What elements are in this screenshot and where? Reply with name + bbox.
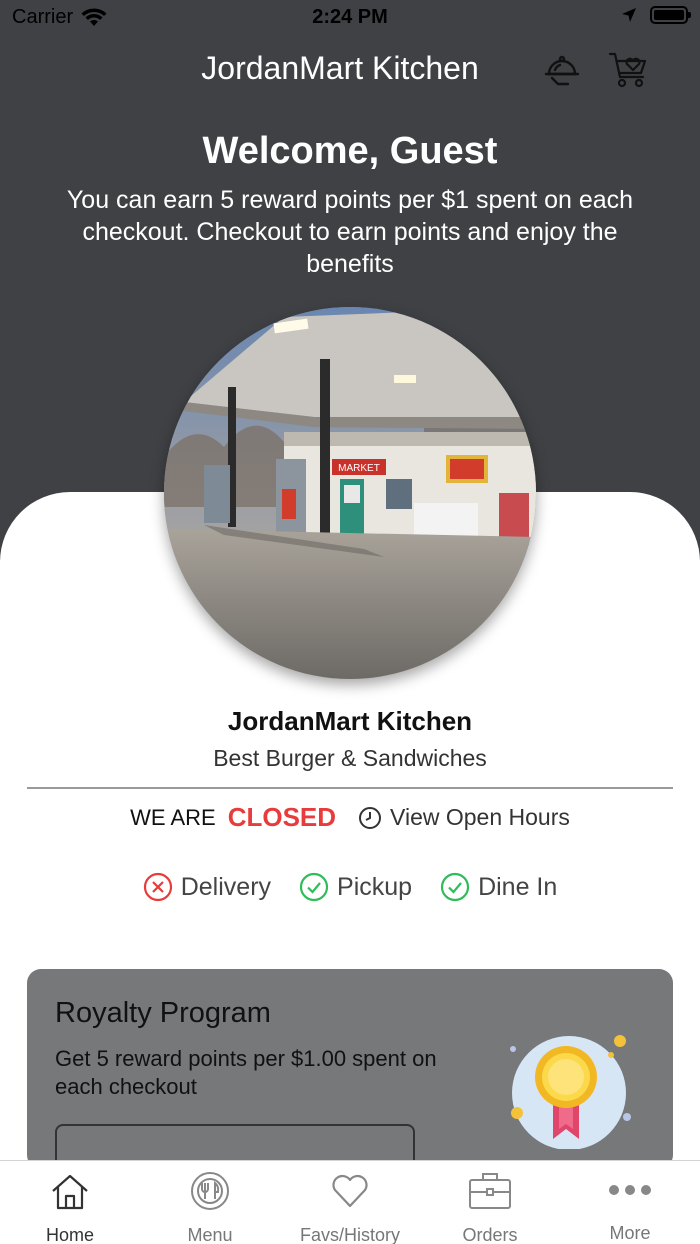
view-open-hours-label: View Open Hours [390,804,570,830]
welcome-text: You can earn 5 reward points per $1 spen… [66,186,634,278]
tab-more[interactable]: More [560,1161,700,1244]
tab-bar: Home Menu Favs/History Orders More [0,1160,700,1244]
tab-label: Home [45,1225,94,1244]
service-label: Dine In [478,872,558,901]
tab-label: More [609,1223,651,1243]
tab-label: Favs/History [299,1225,400,1244]
service-label: Delivery [180,872,272,901]
tab-label: Orders [462,1225,518,1244]
tab-home[interactable]: Home [0,1161,140,1244]
market-sign: MARKET [338,463,380,474]
closed-status: CLOSED [227,802,337,832]
menu-plate-icon [188,1171,232,1211]
tab-menu[interactable]: Menu [140,1161,280,1244]
cloche-icon[interactable] [540,48,584,92]
status-right [620,6,691,24]
home-icon [48,1171,92,1211]
status-prefix: WE ARE [130,804,216,830]
store-name: JordanMart Kitchen [227,706,473,736]
tab-label: Menu [187,1225,233,1244]
heart-icon [328,1171,372,1211]
service-label: Pickup [337,872,413,901]
store-photo: MARKET [164,307,536,679]
award-ribbon-icon [510,1035,631,1149]
status-time: 2:24 PM [312,6,388,28]
clock-icon [359,806,382,829]
service-delivery: Delivery [143,872,271,902]
service-pickup: Pickup [299,872,412,902]
location-arrow-icon [622,8,636,22]
services-row: Delivery Pickup Dine In [0,872,700,902]
royalty-title: Royalty Program [55,997,271,1029]
welcome-title: Welcome, Guest [202,130,498,172]
check-circle-icon [299,872,329,902]
service-dine-in: Dine In [440,872,557,902]
cart-heart-icon[interactable] [606,48,650,92]
royalty-text: Get 5 reward points per $1.00 spent on e… [55,1046,437,1099]
divider [27,787,673,789]
x-circle-icon [143,872,172,902]
tab-favs-history[interactable]: Favs/History [280,1161,420,1244]
status-bar: Carrier 2:24 PM [0,0,700,36]
store-tagline: Best Burger & Sandwiches [213,745,487,771]
briefcase-icon [468,1171,512,1211]
open-status-row: WE ARE CLOSED View Open Hours [0,802,700,833]
check-circle-icon [440,872,470,902]
royalty-program-card[interactable]: Royalty Program Get 5 reward points per … [27,969,673,1169]
more-dots-icon [608,1171,652,1209]
battery-icon [650,6,691,24]
tab-orders[interactable]: Orders [420,1161,560,1244]
view-open-hours-button[interactable]: View Open Hours [358,804,570,831]
